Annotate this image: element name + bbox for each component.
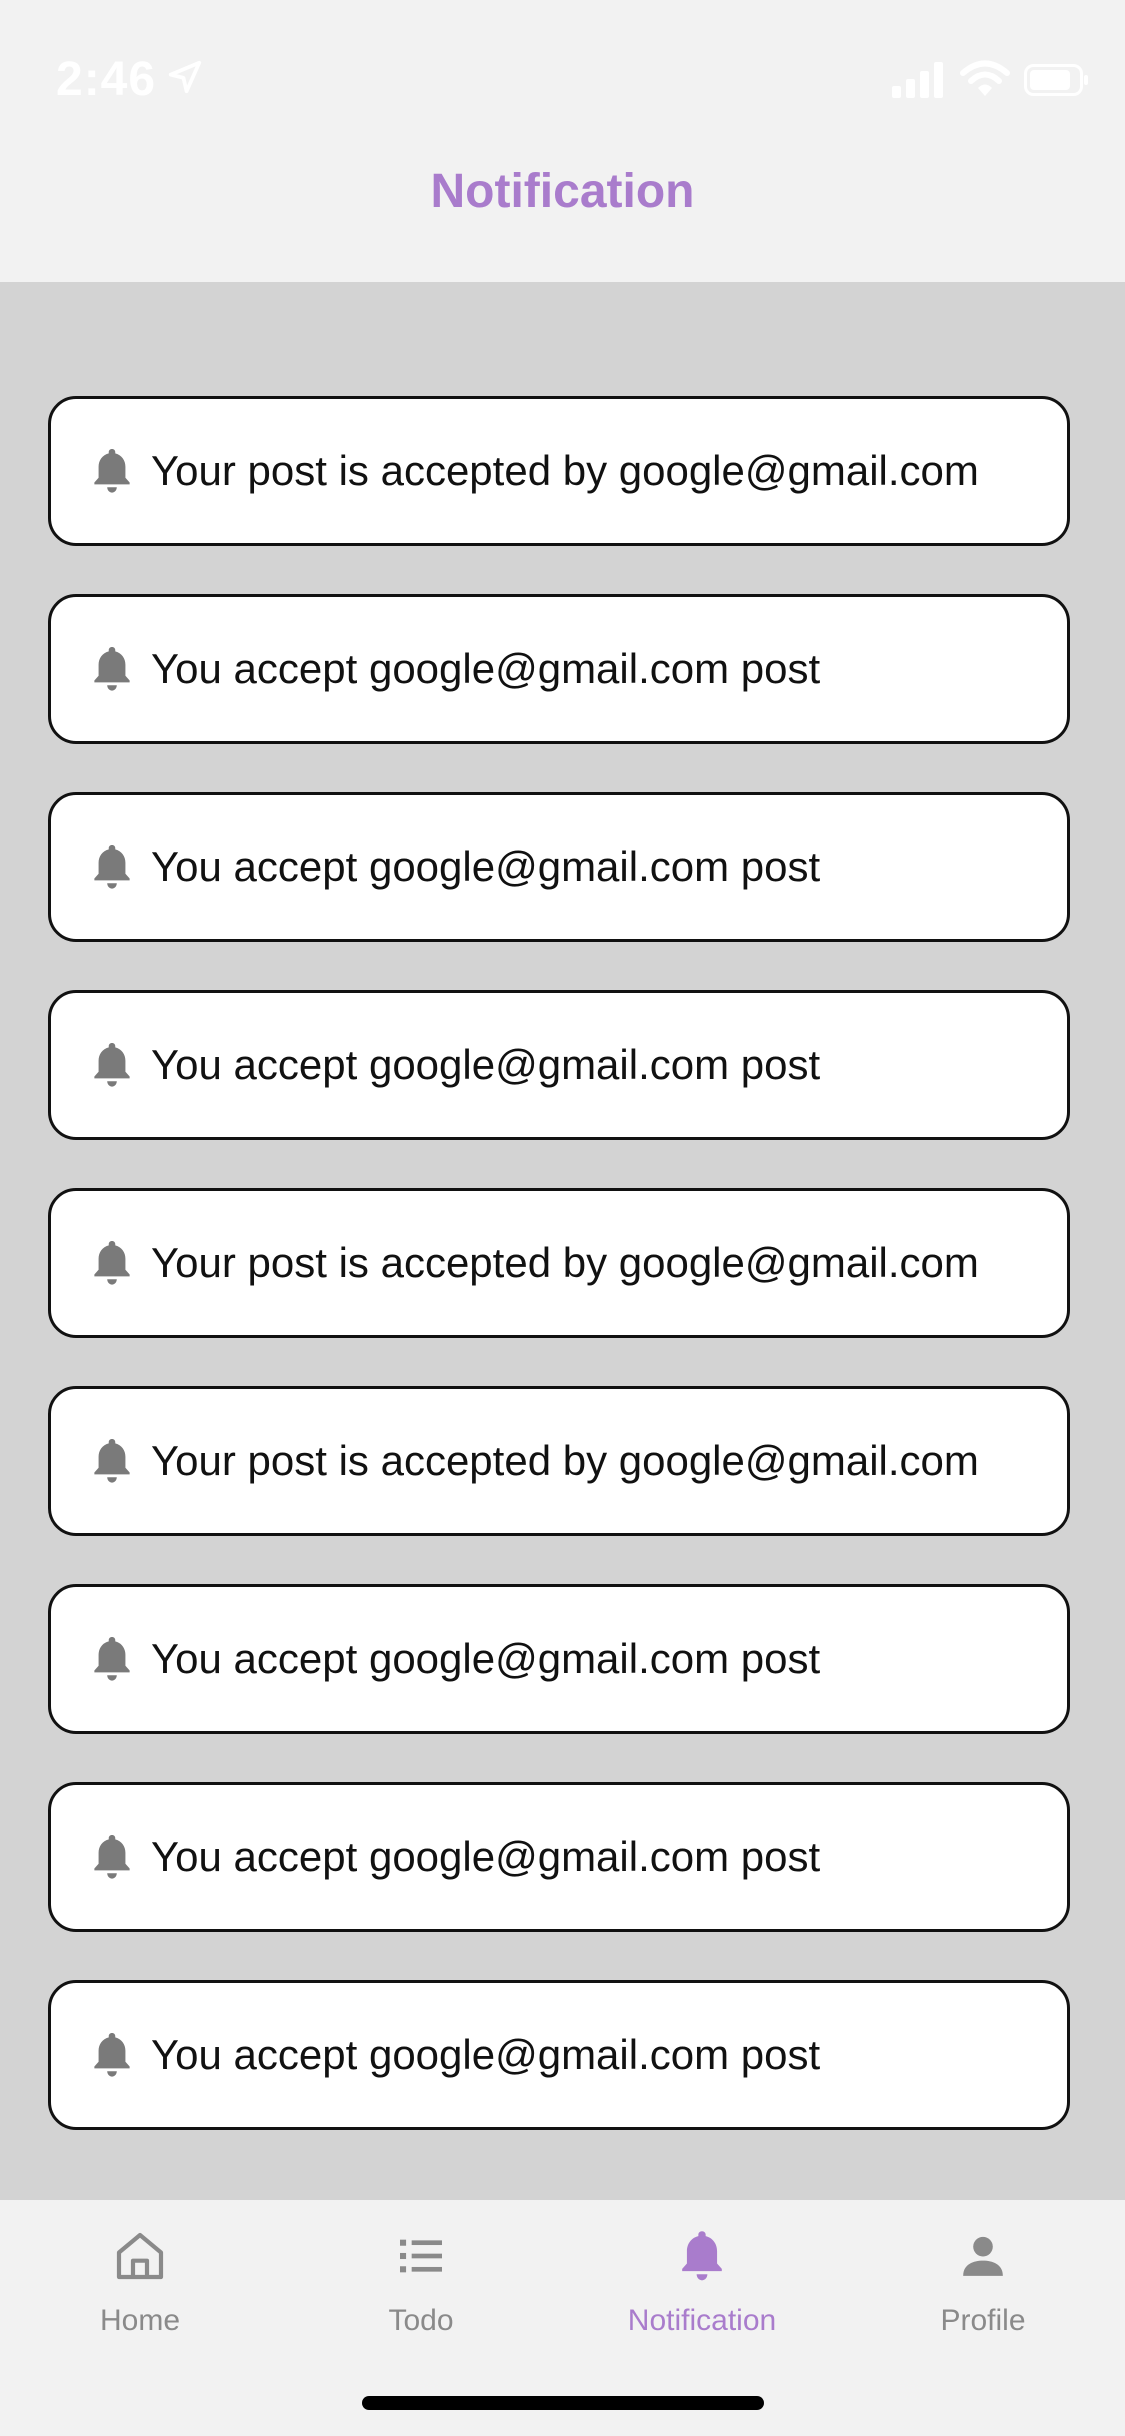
tab-home[interactable]: Home [40,2228,240,2358]
location-arrow-icon [168,60,202,94]
tab-notification[interactable]: Notification [602,2228,802,2358]
tab-label: Profile [940,2304,1026,2337]
notification-text: You accept google@gmail.com post [151,1635,821,1682]
bell-icon [94,1438,130,1483]
notification-card[interactable]: Your post is accepted by google@gmail.co… [48,1386,1070,1536]
notification-card[interactable]: You accept google@gmail.com post [48,1782,1070,1932]
notification-card[interactable]: You accept google@gmail.com post [48,594,1070,744]
notification-text: Your post is accepted by google@gmail.co… [151,1239,979,1286]
notification-text: You accept google@gmail.com post [151,1833,821,1880]
notification-list-area[interactable]: Your post is accepted by google@gmail.co… [0,282,1125,2200]
notification-text: Your post is accepted by google@gmail.co… [151,1437,979,1484]
notification-card[interactable]: You accept google@gmail.com post [48,792,1070,942]
notification-card[interactable]: You accept google@gmail.com post [48,1980,1070,2130]
bell-icon [94,448,130,493]
person-icon [963,2236,1003,2276]
notification-card[interactable]: Your post is accepted by google@gmail.co… [48,1188,1070,1338]
bell-icon [94,1834,130,1879]
notification-text: You accept google@gmail.com post [151,645,821,692]
list-icon [400,2239,442,2273]
bell-icon [94,2032,130,2077]
notification-text: You accept google@gmail.com post [151,1041,821,1088]
notification-text: You accept google@gmail.com post [151,843,821,890]
bell-icon [682,2231,722,2281]
home-indicator[interactable] [362,2396,764,2410]
notification-list: Your post is accepted by google@gmail.co… [48,396,1070,2178]
status-time: 2:46 [56,53,157,106]
battery-icon [1024,64,1088,96]
bell-icon [94,1240,130,1285]
notification-card[interactable]: You accept google@gmail.com post [48,1584,1070,1734]
bell-icon [94,844,130,889]
page-title: Notification [430,164,695,218]
notification-text: Your post is accepted by google@gmail.co… [151,447,979,494]
notification-card[interactable]: You accept google@gmail.com post [48,990,1070,1140]
tab-label: Home [99,2304,181,2337]
tab-todo[interactable]: Todo [321,2228,521,2358]
tab-profile[interactable]: Profile [883,2228,1083,2358]
bell-icon [94,1042,130,1087]
notification-text: You accept google@gmail.com post [151,2031,821,2078]
home-icon [116,2232,164,2280]
signal-icon [892,62,943,98]
wifi-icon [960,60,1010,96]
bell-icon [94,646,130,691]
navigation-header: Notification [0,150,1125,282]
notification-card[interactable]: Your post is accepted by google@gmail.co… [48,396,1070,546]
bell-icon [94,1636,130,1681]
tab-label: Todo [388,2304,454,2337]
tab-label: Notification [627,2304,777,2337]
status-bar: 2:46 [0,0,1125,150]
